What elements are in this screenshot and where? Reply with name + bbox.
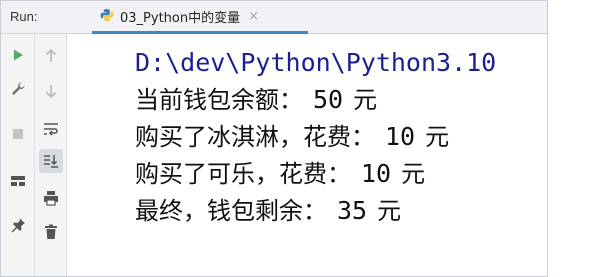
output-label: 当前钱包余额： [135, 86, 303, 114]
soft-wrap-icon[interactable] [39, 117, 63, 141]
python-icon [100, 7, 114, 26]
tab-run-config[interactable]: 03_Python中的变量 × [92, 1, 308, 34]
pin-icon[interactable] [6, 213, 30, 237]
output-line: 购买了可乐，花费： 10 元 [135, 158, 547, 195]
run-tool-window: Run: 03_Python中的变量 × D:\dev\Python\Pytho… [0, 0, 548, 277]
run-tab-bar: Run: 03_Python中的变量 × [1, 1, 547, 34]
output-label: 购买了冰淇淋，花费： [135, 123, 375, 151]
interpreter-path: D:\dev\Python\Python3.10 [135, 48, 497, 77]
output-label: 购买了可乐，花费： [135, 160, 351, 188]
run-panel-title: Run: [10, 9, 38, 24]
close-tab-icon[interactable]: × [248, 9, 259, 24]
arrow-down-icon[interactable] [39, 79, 63, 103]
output-unit: 元 [425, 123, 450, 151]
output-unit: 元 [401, 160, 426, 188]
output-value: 10 [385, 122, 416, 151]
wrench-icon[interactable] [6, 77, 30, 101]
scroll-to-end-icon[interactable] [39, 149, 63, 173]
output-line: 当前钱包余额： 50 元 [135, 84, 547, 121]
arrow-up-icon[interactable] [39, 44, 63, 68]
output-value: 10 [361, 159, 392, 188]
output-unit: 元 [377, 197, 402, 225]
tab-label: 03_Python中的变量 [120, 10, 241, 26]
run-actions-toolbar [1, 34, 35, 276]
output-line: 购买了冰淇淋，花费： 10 元 [135, 121, 547, 158]
stop-icon[interactable] [6, 122, 30, 146]
output-line: 最终，钱包剩余： 35 元 [135, 195, 547, 232]
output-unit: 元 [353, 86, 378, 114]
layout-icon[interactable] [6, 169, 30, 193]
console-output[interactable]: D:\dev\Python\Python3.10 当前钱包余额： 50 元 购买了冰… [73, 34, 547, 276]
output-value: 35 [337, 196, 368, 225]
console-actions-toolbar [35, 34, 67, 276]
run-icon[interactable] [6, 43, 30, 67]
output-label: 最终，钱包剩余： [135, 197, 327, 225]
output-value: 50 [313, 85, 344, 114]
print-icon[interactable] [39, 186, 63, 210]
trash-icon[interactable] [39, 220, 63, 244]
